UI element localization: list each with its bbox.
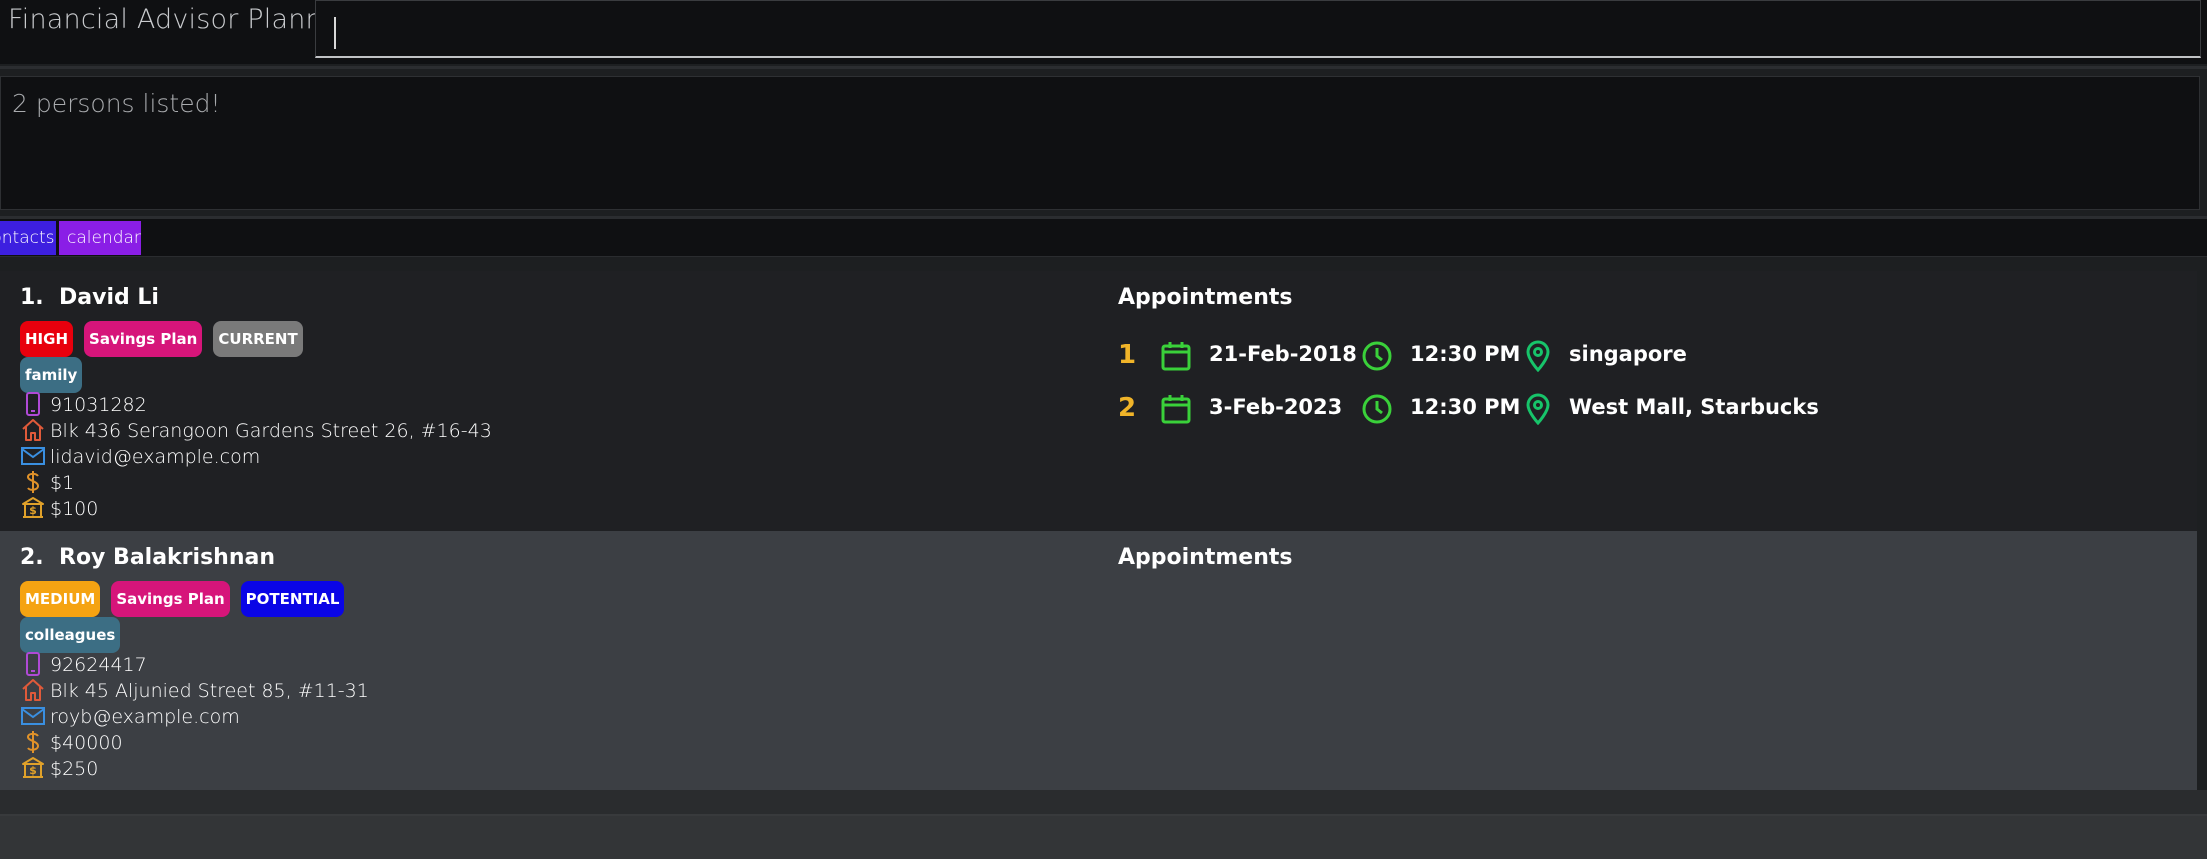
appointments-heading: Appointments [1118,285,1293,310]
appointment-time: 12:30 PM [1410,395,1521,419]
appointment-time: 12:30 PM [1410,342,1521,366]
app-title: Financial Advisor Planner [8,4,351,35]
map-pin-icon [1522,393,1554,426]
status-tag: POTENTIAL [240,581,345,617]
appointment-row[interactable]: 2 3-Feb-2023 12:30 PM West Mall, Starbuc… [1118,389,1918,429]
clock-icon [1361,340,1393,372]
calendar-icon [1160,340,1192,372]
phone-icon [20,391,46,416]
appointment-date: 3-Feb-2023 [1209,395,1343,419]
clock-icon [1361,393,1393,425]
person-card[interactable]: 1. David Li HIGH Savings Plan CURRENT fa… [0,271,2197,531]
phone-field: 91031282 [20,391,147,418]
bank-icon: $ [20,496,46,520]
appointment-row[interactable]: 1 21-Feb-2018 12:30 PM singapore [1118,336,1918,376]
person-list[interactable]: 1. David Li HIGH Savings Plan CURRENT fa… [0,271,2197,791]
phone-value: 91031282 [50,394,147,416]
tab-bar: contacts calendar [0,219,2207,257]
mail-icon [20,444,46,468]
income-field: $40000 [20,730,123,756]
address-field: Blk 436 Serangoon Gardens Street 26, #16… [20,418,492,444]
monthly-field: $ $100 [20,496,98,522]
plan-tag: Savings Plan [111,581,230,617]
mail-icon [20,704,46,728]
person-name-text: Roy Balakrishnan [59,545,276,570]
map-pin-icon [1522,340,1554,373]
person-name-text: David Li [59,285,159,310]
group-row: family [20,357,83,393]
appointments-heading: Appointments [1118,545,1293,570]
phone-field: 92624417 [20,651,147,678]
address-value: Blk 436 Serangoon Gardens Street 26, #16… [50,420,492,442]
address-field: Blk 45 Aljunied Street 85, #11-31 [20,678,369,704]
tag-row: MEDIUM Savings Plan POTENTIAL [20,581,345,617]
home-icon [20,678,46,702]
dollar-icon [20,730,46,754]
appointment-location: West Mall, Starbucks [1569,395,1819,419]
income-value: $1 [50,472,75,494]
tag-row: HIGH Savings Plan CURRENT [20,321,303,357]
result-message: 2 persons listed! [12,89,221,118]
list-bottom-area [0,790,2207,815]
top-bar: Financial Advisor Planner [0,0,2207,64]
appointment-date: 21-Feb-2018 [1209,342,1357,366]
email-value: lidavid@example.com [50,446,261,468]
priority-tag: MEDIUM [20,581,101,617]
email-value: royb@example.com [50,706,240,728]
person-index: 1. [20,285,44,310]
group-tag: family [20,357,83,393]
group-row: colleagues [20,617,121,653]
tab-calendar[interactable]: calendar [59,221,141,255]
person-index: 2. [20,545,44,570]
bank-icon: $ [20,756,46,780]
appointment-index: 2 [1118,393,1137,423]
command-input[interactable] [330,11,2184,49]
result-display: 2 persons listed! [0,76,2200,210]
monthly-value: $100 [50,498,99,520]
dollar-icon [20,470,46,494]
tab-contacts[interactable]: contacts [0,221,56,255]
status-bar [0,816,2207,859]
command-box[interactable] [315,0,2201,58]
phone-icon [20,651,46,676]
monthly-value: $250 [50,758,99,780]
status-tag: CURRENT [213,321,303,357]
home-icon [20,418,46,442]
person-card[interactable]: 2. Roy Balakrishnan MEDIUM Savings Plan … [0,531,2197,791]
priority-tag: HIGH [20,321,74,357]
appointment-location: singapore [1569,342,1687,366]
person-name: 2. Roy Balakrishnan [20,545,275,570]
monthly-field: $ $250 [20,756,98,782]
appointment-index: 1 [1118,340,1137,370]
income-value: $40000 [50,732,123,754]
calendar-icon [1160,393,1192,425]
divider [0,66,2207,69]
address-value: Blk 45 Aljunied Street 85, #11-31 [50,680,369,702]
email-field: royb@example.com [20,704,240,730]
svg-text:$: $ [29,764,37,777]
income-field: $1 [20,470,74,496]
svg-text:$: $ [29,504,37,517]
email-field: lidavid@example.com [20,444,260,470]
phone-value: 92624417 [50,654,147,676]
person-name: 1. David Li [20,285,159,310]
group-tag: colleagues [20,617,121,653]
text-caret [334,17,336,49]
plan-tag: Savings Plan [84,321,203,357]
